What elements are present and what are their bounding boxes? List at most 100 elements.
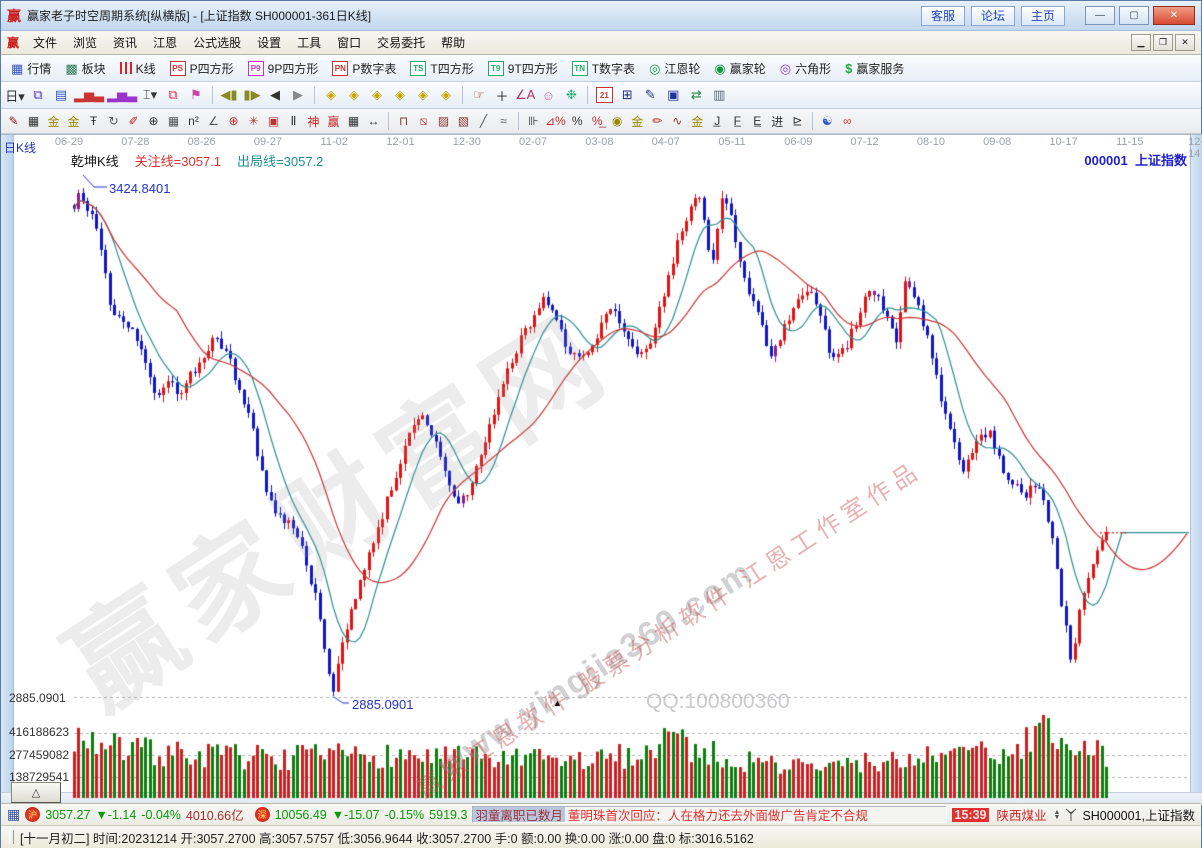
gold-circle-button[interactable]: ◉	[609, 112, 626, 131]
toolbar-button-sectors[interactable]: ▩ 板块	[59, 58, 111, 79]
diamond-right-button[interactable]: ◈	[344, 85, 364, 106]
hatched-box-button[interactable]: ▧	[455, 112, 472, 131]
menu-item-8[interactable]: 交易委托	[369, 32, 433, 53]
region-select-button[interactable]: ⧉	[163, 85, 183, 106]
pair-lines-button[interactable]: Ⅱ	[285, 112, 302, 131]
menu-item-3[interactable]: 江恩	[145, 32, 185, 53]
minimize-button[interactable]: —	[1085, 6, 1115, 25]
calculator-button[interactable]: ⊞	[617, 85, 637, 106]
layout-toggle-button[interactable]: 日▾	[5, 85, 25, 106]
volume-profile-button[interactable]: ⊪	[525, 112, 542, 131]
ink-drop-button[interactable]: ✏	[649, 112, 666, 131]
gann-face-button[interactable]: ☺	[538, 85, 558, 106]
kline-chart-canvas[interactable]	[1, 135, 1202, 804]
toolbar-button-winner-wheel[interactable]: ◉ 赢家轮	[708, 58, 771, 79]
jin-line-button[interactable]: 进	[769, 112, 786, 131]
gold-line-button[interactable]: 金	[629, 112, 646, 131]
diamond-h-expand-button[interactable]: ◈	[367, 85, 387, 106]
data-transfer-button[interactable]: ⇄	[686, 85, 706, 106]
j-line-button[interactable]: J̲	[709, 112, 726, 131]
mdi-restore-button[interactable]: ❐	[1153, 34, 1173, 51]
f-line-button[interactable]: F̲	[729, 112, 746, 131]
shenzhen-market-icon[interactable]: 深	[254, 807, 270, 822]
percent-line-button[interactable]: %̲	[589, 112, 606, 131]
angle-percent-button[interactable]: ⊿%	[545, 112, 566, 131]
gann-grid-button[interactable]: ⊓	[395, 112, 412, 131]
infinity-button[interactable]: ∞	[839, 112, 856, 131]
news-ticker[interactable]: 羽童离职已数月 董明珠首次回应：人在格力还去外面做广告肯定不合规	[472, 806, 947, 823]
pencil-tool-button[interactable]: ✎	[5, 112, 22, 131]
percent-tool-button[interactable]: %	[569, 112, 586, 131]
toolbar-button-9p-square[interactable]: P9 9P四方形	[242, 58, 325, 79]
angle-tool-button[interactable]: ∠	[205, 112, 222, 131]
titlebar-button-0[interactable]: 客服	[921, 5, 965, 26]
menu-item-1[interactable]: 浏览	[65, 32, 105, 53]
pattern-tool-button[interactable]: ❉	[561, 85, 581, 106]
toolbar-button-9t-square[interactable]: T9 9T四方形	[482, 58, 564, 79]
drag-hand-button[interactable]: ☞	[469, 85, 489, 106]
last-page-button[interactable]: ▮▶	[242, 85, 262, 106]
gann-fan-circle-button[interactable]: ⊕	[145, 112, 162, 131]
diagonal-line-button[interactable]: ╱	[475, 112, 492, 131]
toolbar-button-hexagon[interactable]: ◎ 六角形	[774, 58, 837, 79]
toolbar-button-p-number-table[interactable]: PN P数字表	[326, 58, 402, 79]
ray-fan-button[interactable]: ⧅	[415, 112, 432, 131]
first-page-button[interactable]: ◀▮	[219, 85, 239, 106]
boxed-grid-button[interactable]: ▣	[265, 112, 282, 131]
square-of-nine-button[interactable]: n²	[185, 112, 202, 131]
mdi-minimize-button[interactable]: ▁	[1131, 34, 1151, 51]
toolbar-button-kline[interactable]: K线	[114, 58, 162, 79]
menu-item-7[interactable]: 窗口	[329, 32, 369, 53]
fibonacci-grid-button[interactable]: Ŧ	[85, 112, 102, 131]
titlebar-button-2[interactable]: 主页	[1021, 5, 1065, 26]
bars-9-button[interactable]: ▂▅▃	[107, 85, 137, 106]
menu-item-6[interactable]: 工具	[289, 32, 329, 53]
star-burst-button[interactable]: ✳	[245, 112, 262, 131]
mdi-close-button[interactable]: ✕	[1175, 34, 1195, 51]
toolbar-button-t-square[interactable]: TS T四方形	[404, 58, 479, 79]
diamond-left-button[interactable]: ◈	[321, 85, 341, 106]
menu-item-4[interactable]: 公式选股	[185, 32, 249, 53]
toolbar-button-p-square[interactable]: PS P四方形	[164, 58, 240, 79]
bars-3-button[interactable]: ▂▅▃	[74, 85, 104, 106]
menu-item-5[interactable]: 设置	[249, 32, 289, 53]
wave-tool-button[interactable]: ∿	[669, 112, 686, 131]
shen-tool-button[interactable]: 神	[305, 112, 322, 131]
spiral-tool-button[interactable]: ↻	[105, 112, 122, 131]
diamond-v-expand-button[interactable]: ◈	[413, 85, 433, 106]
prev-bar-button[interactable]: ◀	[265, 85, 285, 106]
shaded-box-button[interactable]: ▨	[435, 112, 452, 131]
menu-item-9[interactable]: 帮助	[433, 32, 473, 53]
gann-box-gold-button[interactable]: 金	[45, 112, 62, 131]
close-button[interactable]: ✕	[1153, 6, 1195, 25]
grid-tool-button[interactable]: ▦	[25, 112, 42, 131]
m-tool-button[interactable]: ⊵	[789, 112, 806, 131]
titlebar-button-1[interactable]: 论坛	[971, 5, 1015, 26]
yinyang-button[interactable]: ☯	[819, 112, 836, 131]
ticker-spinner[interactable]: ▲ ▼	[1054, 809, 1061, 821]
colored-flag-button[interactable]: ⚑	[186, 85, 206, 106]
next-bar-button[interactable]: ▶	[288, 85, 308, 106]
menu-item-0[interactable]: 文件	[25, 32, 65, 53]
width-measure-button[interactable]: ↔	[365, 112, 382, 131]
maximize-button[interactable]: ▢	[1119, 6, 1149, 25]
brush-tool-button[interactable]: ✐	[125, 112, 142, 131]
target-circle-button[interactable]: ⊕	[225, 112, 242, 131]
hot-stock-link[interactable]: 陕西煤业	[994, 805, 1048, 824]
number-grid-button[interactable]: ▦	[345, 112, 362, 131]
toolbar-button-gann-wheel[interactable]: ◎ 江恩轮	[643, 58, 706, 79]
candle-style-toggle-button[interactable]: ⌶▾	[140, 85, 160, 106]
angle-measure-button[interactable]: ∠A	[515, 85, 535, 106]
diamond-h-shrink-button[interactable]: ◈	[390, 85, 410, 106]
quote-grid-icon[interactable]: ▦	[7, 806, 20, 823]
toolbar-button-quotes[interactable]: ▦ 行情	[5, 58, 57, 79]
gold-line-2-button[interactable]: 金	[689, 112, 706, 131]
diamond-all-button[interactable]: ◈	[436, 85, 456, 106]
menu-item-2[interactable]: 资讯	[105, 32, 145, 53]
gann-box-gold-2-button[interactable]: 金	[65, 112, 82, 131]
info-page-button[interactable]: ▤	[51, 85, 71, 106]
printer-button[interactable]: ▥	[709, 85, 729, 106]
toolbar-button-winner-service[interactable]: $ 赢家服务	[839, 58, 910, 79]
notepad-button[interactable]: ✎	[640, 85, 660, 106]
calendar-button[interactable]: 21	[594, 85, 614, 106]
